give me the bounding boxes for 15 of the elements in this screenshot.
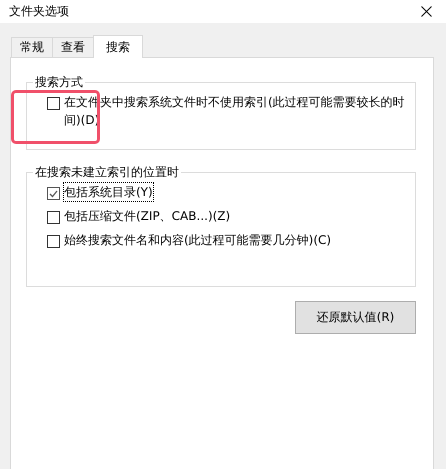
checkbox-label[interactable]: 包括系统目录(Y) bbox=[64, 183, 153, 201]
checkbox[interactable] bbox=[47, 187, 60, 200]
checkbox-label[interactable]: 包括压缩文件(ZIP、CAB...)(Z) bbox=[64, 207, 230, 225]
window-title: 文件夹选项 bbox=[9, 3, 69, 20]
checkbox[interactable] bbox=[47, 97, 60, 110]
checkbox[interactable] bbox=[47, 235, 60, 248]
restore-defaults-button[interactable]: 还原默认值(R) bbox=[295, 301, 416, 334]
checkbox-label[interactable]: 始终搜索文件名和内容(此过程可能需要几分钟)(C) bbox=[64, 231, 332, 249]
close-icon bbox=[420, 6, 432, 17]
group-title: 在搜索未建立索引的位置时 bbox=[34, 164, 180, 181]
check-icon bbox=[49, 190, 58, 198]
checkbox[interactable] bbox=[47, 211, 60, 224]
group-title: 搜索方式 bbox=[34, 74, 84, 91]
tab[interactable]: 常规 bbox=[11, 37, 53, 57]
tab[interactable]: 搜索 bbox=[93, 35, 143, 58]
